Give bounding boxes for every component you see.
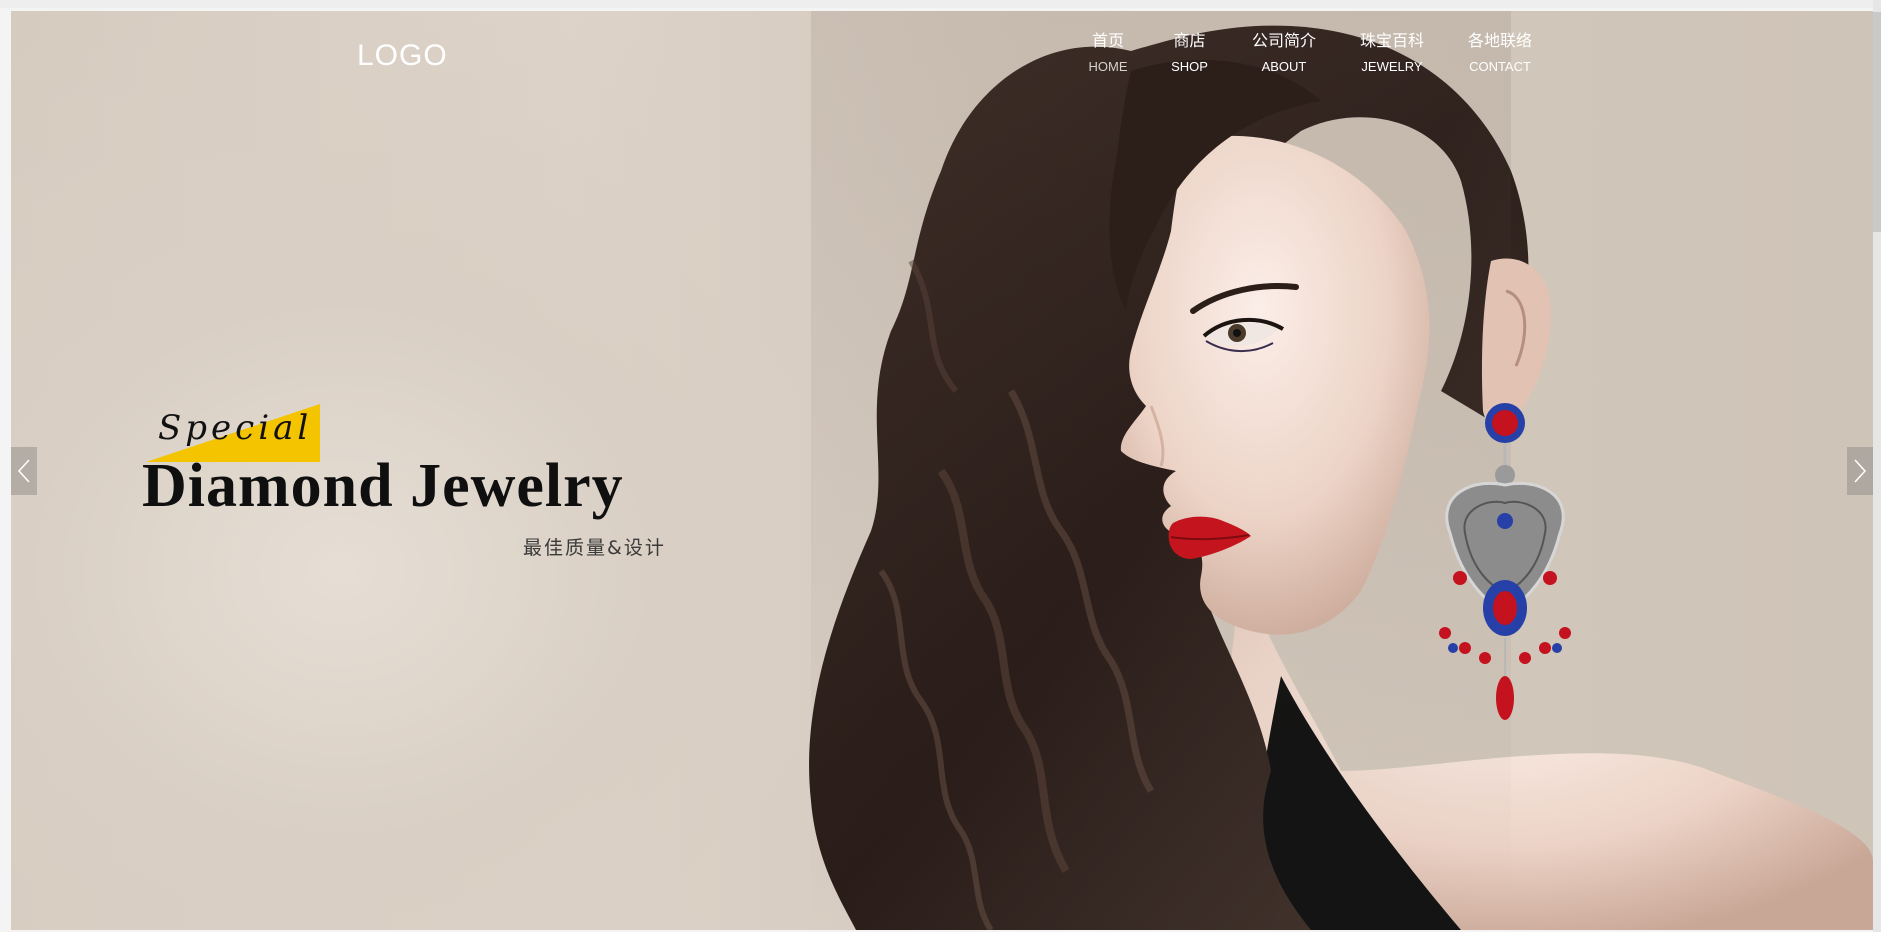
site-logo[interactable]: LOGO bbox=[357, 39, 448, 73]
chevron-left-icon bbox=[17, 459, 30, 483]
hero-banner: LOGO 首页 HOME 商店 SHOP 公司简介 ABOUT 珠宝百科 JEW… bbox=[11, 11, 1873, 930]
slider-prev-button[interactable] bbox=[11, 447, 37, 495]
main-navigation: 首页 HOME 商店 SHOP 公司简介 ABOUT 珠宝百科 JEWELRY … bbox=[1069, 31, 1552, 76]
hero-subline: 最佳质量&设计 bbox=[523, 537, 666, 559]
hero-headline: Diamond Jewelry bbox=[142, 452, 624, 520]
nav-item-shop[interactable]: 商店 SHOP bbox=[1147, 31, 1232, 76]
nav-item-label-en: HOME bbox=[1088, 59, 1128, 74]
browser-viewport: LOGO 首页 HOME 商店 SHOP 公司简介 ABOUT 珠宝百科 JEW… bbox=[0, 0, 1881, 932]
nav-item-label-en: SHOP bbox=[1171, 59, 1208, 74]
nav-item-about[interactable]: 公司简介 ABOUT bbox=[1232, 31, 1336, 76]
nav-item-label-zh: 各地联络 bbox=[1467, 33, 1532, 50]
nav-item-label-zh: 首页 bbox=[1091, 33, 1124, 50]
scrollbar-thumb[interactable] bbox=[1873, 12, 1881, 232]
nav-item-home[interactable]: 首页 HOME bbox=[1069, 31, 1147, 76]
nav-item-label-zh: 珠宝百科 bbox=[1359, 33, 1424, 50]
nav-item-jewelry[interactable]: 珠宝百科 JEWELRY bbox=[1336, 31, 1448, 76]
nav-item-label-zh: 公司简介 bbox=[1251, 33, 1316, 50]
chevron-right-icon bbox=[1854, 459, 1867, 483]
nav-item-label-en: ABOUT bbox=[1261, 59, 1307, 74]
special-tag-text: Special bbox=[158, 408, 313, 448]
nav-item-label-zh: 商店 bbox=[1173, 33, 1206, 50]
window-top-edge bbox=[0, 0, 1881, 8]
slider-next-button[interactable] bbox=[1847, 447, 1873, 495]
nav-item-label-en: JEWELRY bbox=[1361, 59, 1423, 74]
nav-item-contact[interactable]: 各地联络 CONTACT bbox=[1448, 31, 1552, 76]
nav-item-label-en: CONTACT bbox=[1469, 59, 1531, 74]
